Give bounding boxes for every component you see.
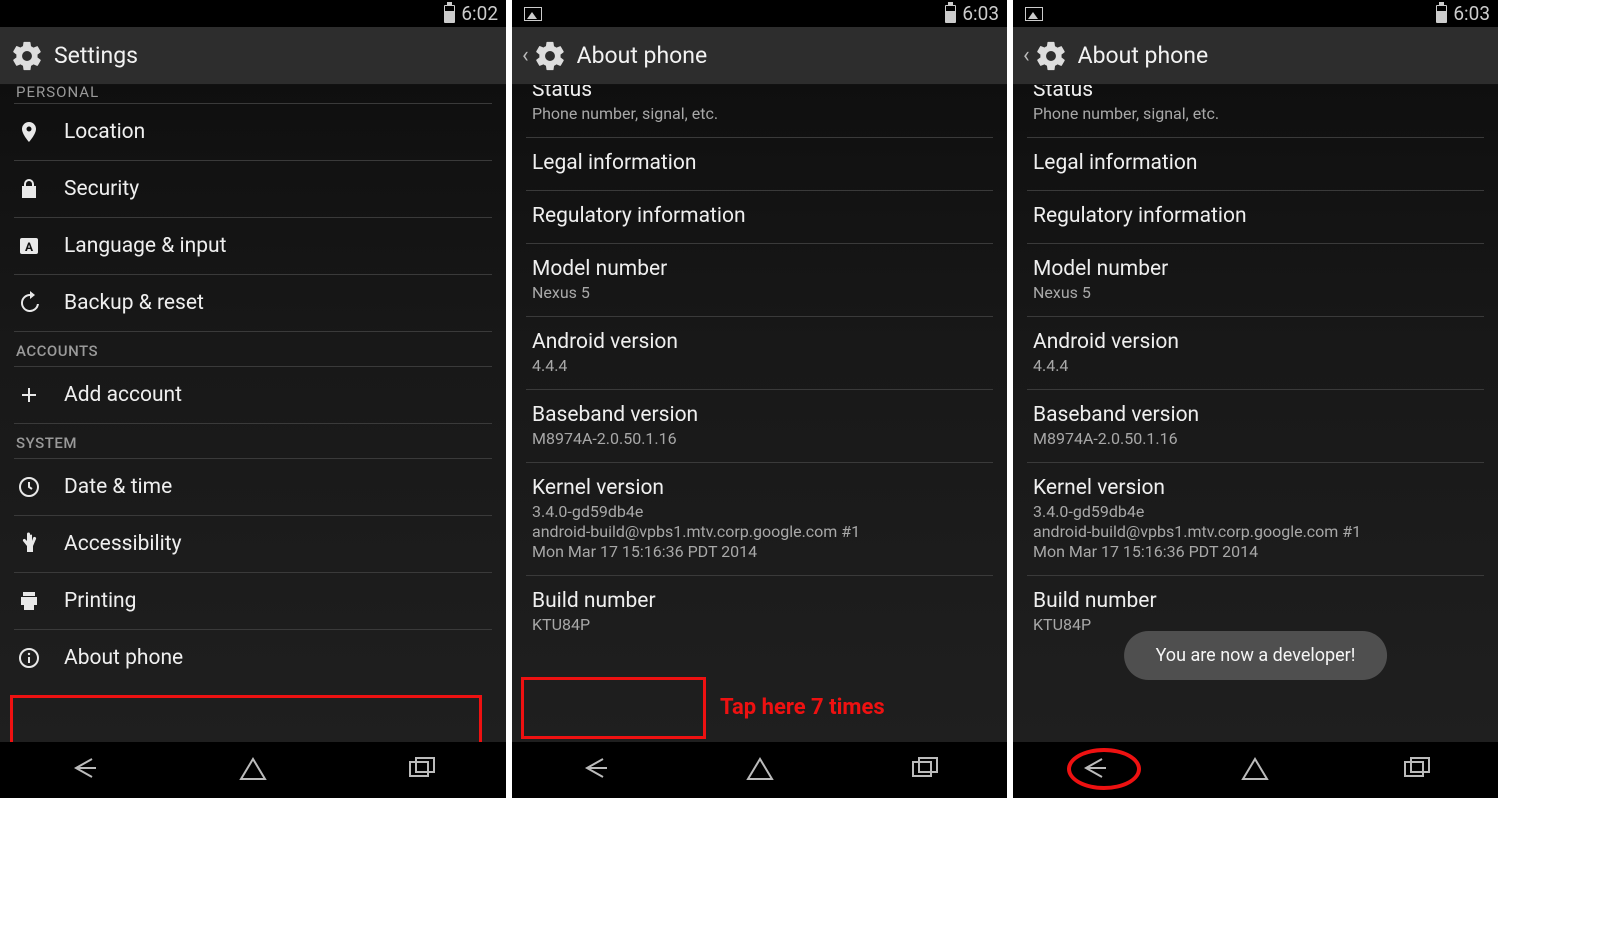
settings-label: Language & input xyxy=(64,234,226,258)
about-content[interactable]: Status Phone number, signal, etc. Legal … xyxy=(512,85,1007,742)
about-item-status[interactable]: Status Phone number, signal, etc. xyxy=(1013,85,1498,137)
nav-back-icon[interactable] xyxy=(575,753,615,787)
battery-icon xyxy=(945,5,956,23)
settings-item-language[interactable]: A Language & input xyxy=(0,218,506,274)
nav-recents-icon[interactable] xyxy=(1397,753,1437,787)
settings-item-datetime[interactable]: Date & time xyxy=(0,459,506,515)
settings-gear-icon xyxy=(533,39,567,73)
about-item-kernel[interactable]: Kernel version 3.4.0-gd59db4e android-bu… xyxy=(1013,463,1498,575)
settings-label: Add account xyxy=(64,383,182,407)
status-time: 6:03 xyxy=(1453,2,1490,25)
about-item-android-version[interactable]: Android version 4.4.4 xyxy=(512,317,1007,389)
picture-notification-icon xyxy=(524,7,542,21)
settings-content[interactable]: PERSONAL Location Security A Language & … xyxy=(0,85,506,742)
section-header-system: SYSTEM xyxy=(0,424,506,458)
language-icon: A xyxy=(16,234,42,258)
about-item-baseband[interactable]: Baseband version M8974A-2.0.50.1.16 xyxy=(1013,390,1498,462)
hand-icon xyxy=(16,532,42,556)
about-item-baseband[interactable]: Baseband version M8974A-2.0.50.1.16 xyxy=(512,390,1007,462)
action-bar: Settings xyxy=(0,27,506,85)
settings-item-add-account[interactable]: Add account xyxy=(0,367,506,423)
location-pin-icon xyxy=(16,120,42,144)
settings-gear-icon xyxy=(1034,39,1068,73)
nav-back-icon[interactable] xyxy=(1074,753,1114,787)
status-bar: 6:03 xyxy=(512,0,1007,27)
nav-home-icon[interactable] xyxy=(1235,753,1275,787)
settings-label: Printing xyxy=(64,589,136,613)
settings-item-security[interactable]: Security xyxy=(0,161,506,217)
printer-icon xyxy=(16,589,42,613)
about-item-kernel[interactable]: Kernel version 3.4.0-gd59db4e android-bu… xyxy=(512,463,1007,575)
settings-label: Accessibility xyxy=(64,532,182,556)
nav-home-icon[interactable] xyxy=(233,753,273,787)
nav-back-icon[interactable] xyxy=(64,753,104,787)
settings-gear-icon xyxy=(10,39,44,73)
page-title: About phone xyxy=(1078,42,1209,69)
clock-icon xyxy=(16,475,42,499)
settings-label: Location xyxy=(64,120,145,144)
settings-label: Backup & reset xyxy=(64,291,204,315)
about-item-build-number[interactable]: Build number KTU84P xyxy=(512,576,1007,648)
settings-label: Security xyxy=(64,177,139,201)
battery-icon xyxy=(444,5,455,23)
action-bar[interactable]: ‹ About phone xyxy=(1013,27,1498,85)
nav-bar xyxy=(512,742,1007,798)
phone-about-toast: 6:03 ‹ About phone Status Phone number, … xyxy=(1013,0,1498,798)
info-icon xyxy=(16,646,42,670)
nav-recents-icon[interactable] xyxy=(905,753,945,787)
nav-recents-icon[interactable] xyxy=(402,753,442,787)
nav-bar xyxy=(0,742,506,798)
picture-notification-icon xyxy=(1025,7,1043,21)
annotation-highlight-build xyxy=(521,677,706,739)
about-item-model[interactable]: Model number Nexus 5 xyxy=(512,244,1007,316)
restore-icon xyxy=(16,291,42,315)
about-item-android-version[interactable]: Android version 4.4.4 xyxy=(1013,317,1498,389)
status-time: 6:03 xyxy=(962,2,999,25)
settings-item-printing[interactable]: Printing xyxy=(0,573,506,629)
settings-label: Date & time xyxy=(64,475,172,499)
page-title: About phone xyxy=(577,42,708,69)
about-item-status[interactable]: Status Phone number, signal, etc. xyxy=(512,85,1007,137)
about-item-regulatory[interactable]: Regulatory information xyxy=(1013,191,1498,243)
section-header-personal: PERSONAL xyxy=(0,85,506,103)
toast-developer: You are now a developer! xyxy=(1124,631,1388,680)
settings-item-location[interactable]: Location xyxy=(0,104,506,160)
phone-about: 6:03 ‹ About phone Status Phone number, … xyxy=(512,0,1007,798)
nav-bar xyxy=(1013,742,1498,798)
settings-item-about-phone[interactable]: About phone xyxy=(0,630,506,686)
action-bar[interactable]: ‹ About phone xyxy=(512,27,1007,85)
back-chevron-icon[interactable]: ‹ xyxy=(1023,43,1030,68)
settings-label: About phone xyxy=(64,646,183,670)
about-item-legal[interactable]: Legal information xyxy=(1013,138,1498,190)
lock-icon xyxy=(16,177,42,201)
status-bar: 6:03 xyxy=(1013,0,1498,27)
settings-item-backup[interactable]: Backup & reset xyxy=(0,275,506,331)
annotation-highlight-about xyxy=(10,695,482,742)
about-item-model[interactable]: Model number Nexus 5 xyxy=(1013,244,1498,316)
status-time: 6:02 xyxy=(461,2,498,25)
back-chevron-icon[interactable]: ‹ xyxy=(522,43,529,68)
page-title: Settings xyxy=(54,42,138,69)
battery-icon xyxy=(1436,5,1447,23)
settings-item-accessibility[interactable]: Accessibility xyxy=(0,516,506,572)
about-item-legal[interactable]: Legal information xyxy=(512,138,1007,190)
about-item-regulatory[interactable]: Regulatory information xyxy=(512,191,1007,243)
svg-text:A: A xyxy=(25,240,34,254)
phone-settings: 6:02 Settings PERSONAL Location Security… xyxy=(0,0,506,798)
plus-icon xyxy=(16,383,42,407)
nav-home-icon[interactable] xyxy=(740,753,780,787)
annotation-text: Tap here 7 times xyxy=(720,695,885,720)
status-bar: 6:02 xyxy=(0,0,506,27)
section-header-accounts: ACCOUNTS xyxy=(0,332,506,366)
